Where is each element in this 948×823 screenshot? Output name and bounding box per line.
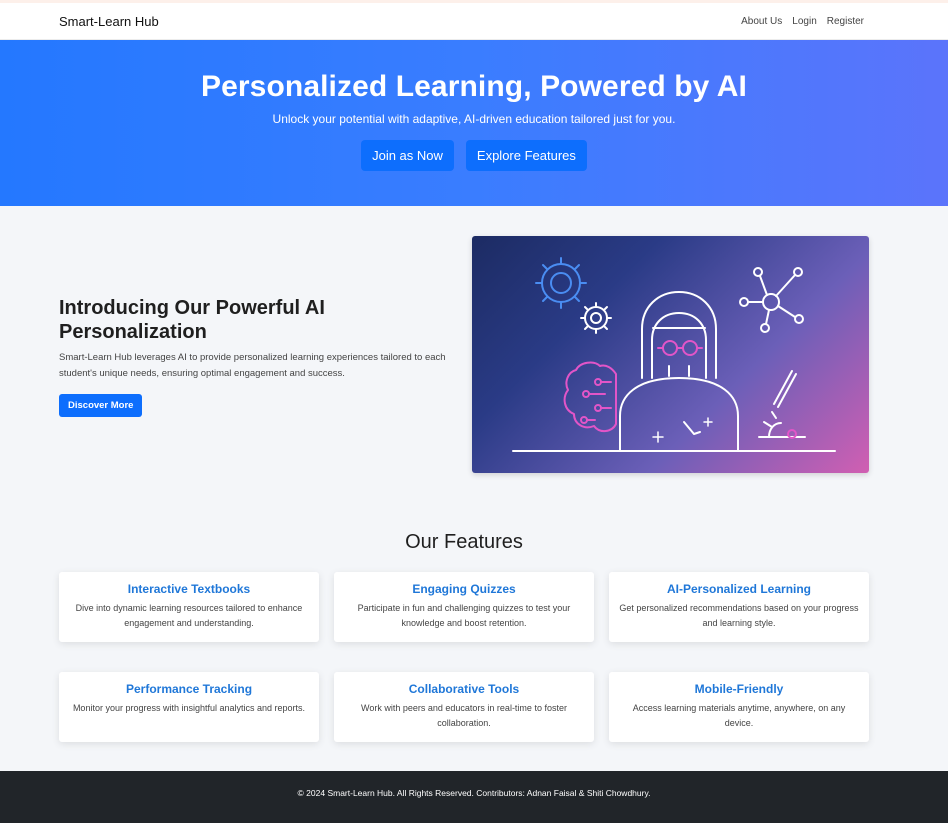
join-now-button[interactable]: Join as Now (361, 140, 454, 171)
feature-card-title: Mobile-Friendly (694, 682, 784, 696)
feature-card-engaging-quizzes: Engaging Quizzes Participate in fun and … (334, 572, 594, 642)
intro-description: Smart-Learn Hub leverages AI to provide … (59, 352, 446, 379)
ai-student-illustration (472, 236, 869, 473)
feature-card-title: Interactive Textbooks (127, 582, 251, 596)
feature-card-title: AI-Personalized Learning (666, 582, 812, 596)
explore-features-button[interactable]: Explore Features (465, 140, 587, 171)
gear-icon (535, 257, 587, 309)
brain-icon (563, 361, 617, 432)
student-figure (619, 291, 739, 451)
feature-card-title: Collaborative Tools (408, 682, 520, 696)
nav-link-register[interactable]: Register (827, 16, 864, 27)
nav-links: About Us Login Register (741, 16, 864, 27)
discover-more-button[interactable]: Discover More (59, 394, 143, 417)
feature-card-collaborative-tools: Collaborative Tools Work with peers and … (334, 672, 594, 742)
microscope-icon (758, 370, 806, 439)
hero-subtitle: Unlock your potential with adaptive, AI-… (272, 112, 676, 126)
feature-card-text: Work with peers and educators in real-ti… (361, 703, 567, 728)
features-grid: Interactive Textbooks Dive into dynamic … (59, 572, 869, 742)
hero-title: Personalized Learning, Powered by AI (201, 70, 747, 103)
feature-card-text: Monitor your progress with insightful an… (72, 703, 306, 713)
feature-card-performance-tracking: Performance Tracking Monitor your progre… (59, 672, 319, 742)
features-heading: Our Features (405, 531, 523, 553)
footer: © 2024 Smart-Learn Hub. All Rights Reser… (0, 771, 948, 823)
features-section: Our Features Interactive Textbooks Dive … (0, 531, 948, 742)
network-node-icon (739, 267, 804, 333)
sparkle-icon (652, 417, 713, 443)
feature-card-text: Access learning materials anytime, anywh… (632, 703, 846, 728)
small-gear-icon (580, 302, 612, 334)
nav-link-about-us[interactable]: About Us (741, 16, 782, 27)
brand-logo-text[interactable]: Smart-Learn Hub (59, 14, 159, 29)
feature-card-text: Participate in fun and challenging quizz… (357, 603, 571, 628)
glasses-icon (657, 340, 703, 356)
hero-buttons: Join as Now Explore Features (0, 140, 948, 171)
feature-card-mobile-friendly: Mobile-Friendly Access learning material… (609, 672, 869, 742)
footer-copyright: © 2024 Smart-Learn Hub. All Rights Reser… (297, 788, 651, 798)
intro-section: Introducing Our Powerful AI Personalizat… (0, 206, 948, 473)
feature-card-text: Dive into dynamic learning resources tai… (75, 603, 303, 628)
hero-banner: Personalized Learning, Powered by AI Unl… (0, 40, 948, 206)
navbar: Smart-Learn Hub About Us Login Register (0, 3, 948, 40)
nav-link-login[interactable]: Login (792, 16, 816, 27)
feature-card-title: Engaging Quizzes (412, 582, 516, 596)
intro-heading: Introducing Our Powerful AI Personalizat… (59, 297, 325, 343)
feature-card-interactive-textbooks: Interactive Textbooks Dive into dynamic … (59, 572, 319, 642)
feature-card-ai-personalized-learning: AI-Personalized Learning Get personalize… (609, 572, 869, 642)
intro-text: Introducing Our Powerful AI Personalizat… (59, 236, 459, 473)
feature-card-title: Performance Tracking (125, 682, 253, 696)
feature-card-text: Get personalized recommendations based o… (619, 603, 859, 628)
